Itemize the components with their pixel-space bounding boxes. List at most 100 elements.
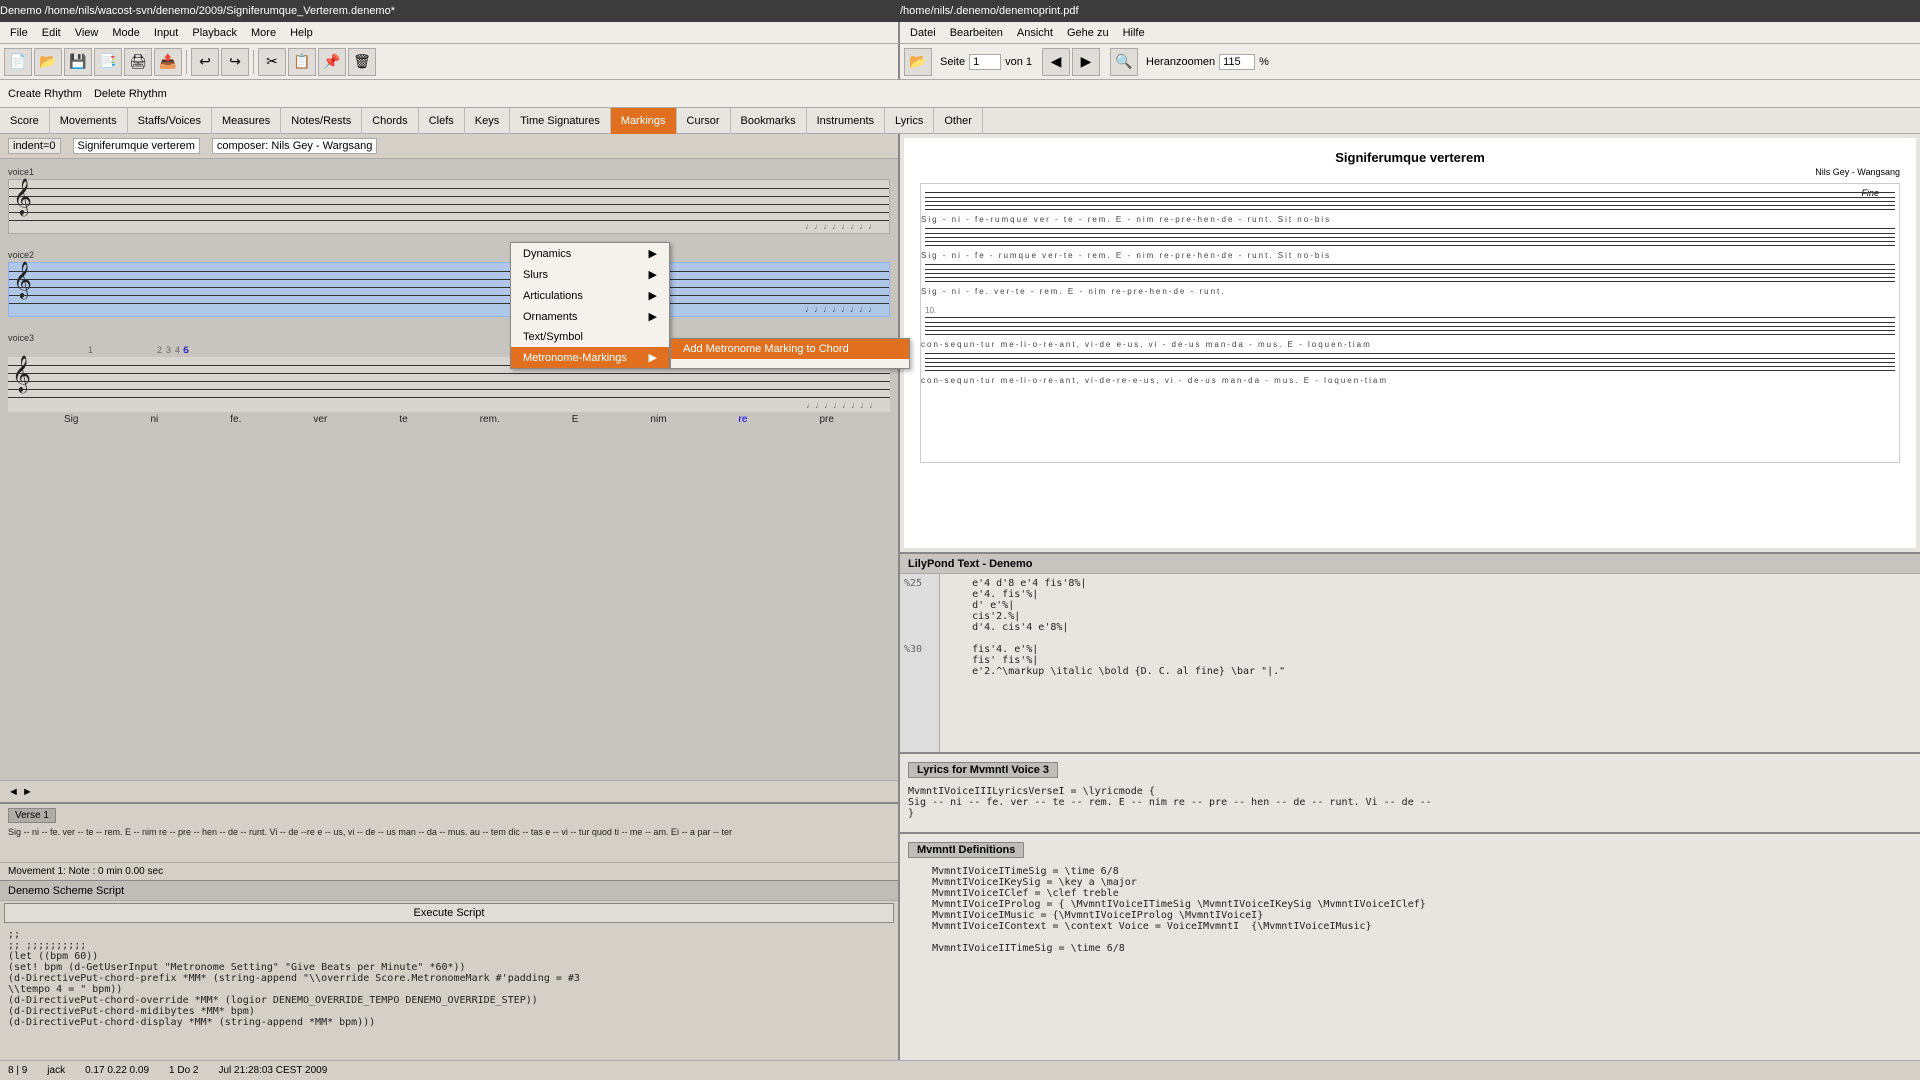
menu-gehe-zu[interactable]: Gehe zu <box>1061 25 1115 41</box>
verse-text: Sig -- ni -- fe. ver -- te -- rem. E -- … <box>8 826 890 839</box>
save-button[interactable]: 💾 <box>64 48 92 76</box>
pdf-sheet: Signiferumque verterem Nils Gey - Wangsa… <box>904 138 1916 475</box>
toolbar-separator-1 <box>186 50 187 74</box>
copy-button[interactable]: 📋 <box>288 48 316 76</box>
next-page-button[interactable]: ▶ <box>1072 48 1100 76</box>
print-button[interactable]: 🖨 <box>124 48 152 76</box>
menu-file[interactable]: File <box>4 25 34 41</box>
staff-line-5 <box>9 220 889 221</box>
pdf-stave-3 <box>925 264 1895 286</box>
script-content: ;; ;; ;;;;;;;;;; (let ((bpm 60)) (set! b… <box>0 925 898 1080</box>
new-button[interactable]: 📄 <box>4 48 32 76</box>
zoom-unit: % <box>1259 56 1269 68</box>
menu-datei[interactable]: Datei <box>904 25 942 41</box>
menu-edit[interactable]: Edit <box>36 25 67 41</box>
prev-page-button[interactable]: ◀ <box>1042 48 1070 76</box>
dropdown-articulations[interactable]: Articulations ▶ <box>511 285 669 306</box>
markings-dropdown: Dynamics ▶ Slurs ▶ Articulations ▶ Ornam… <box>510 242 910 369</box>
pdf-viewer: Signiferumque verterem Nils Gey - Wangsa… <box>900 134 1920 554</box>
tab-cursor[interactable]: Cursor <box>677 108 731 134</box>
execute-script-button[interactable]: Execute Script <box>4 903 894 923</box>
menu-mode[interactable]: Mode <box>106 25 146 41</box>
staff-line-v3-3 <box>8 381 890 382</box>
page-number-input[interactable] <box>969 54 1001 70</box>
script-text: ;; ;; ;;;;;;;;;; (let ((bpm 60)) (set! b… <box>8 929 890 1028</box>
staff-measure-placeholder-3: ♩♩♩♩♩♩♩♩ <box>806 400 878 410</box>
pdf-stave-5 <box>925 353 1895 375</box>
redo-button[interactable]: ↪ <box>221 48 249 76</box>
composer-field[interactable]: composer: Nils Gey - Wargsang <box>212 138 377 154</box>
menu-ansicht[interactable]: Ansicht <box>1011 25 1059 41</box>
add-metronome-marking[interactable]: Add Metronome Marking to Chord <box>671 339 909 359</box>
tab-other[interactable]: Other <box>934 108 983 134</box>
dynamics-arrow: ▶ <box>649 247 657 260</box>
page-label: Seite <box>940 56 965 68</box>
menu-view[interactable]: View <box>69 25 105 41</box>
tab-measures[interactable]: Measures <box>212 108 281 134</box>
undo-button[interactable]: ↩ <box>191 48 219 76</box>
tab-staffs-voices[interactable]: Staffs/Voices <box>128 108 212 134</box>
nav-tabs: Score Movements Staffs/Voices Measures N… <box>0 108 1920 134</box>
pdf-staves: Fine Sig - ni - fe-rumque ver - te - rem… <box>920 183 1900 463</box>
tab-score[interactable]: Score <box>0 108 50 134</box>
metronome-label: Metronome-Markings <box>523 352 627 364</box>
tab-clefs[interactable]: Clefs <box>419 108 465 134</box>
delete-button[interactable]: 🗑 <box>348 48 376 76</box>
pdf-lyrics-4: con-sequn-tur me-li-o-re-ant, vi-de e-us… <box>921 340 1899 349</box>
verse-tab[interactable]: Verse 1 <box>8 808 56 823</box>
menu-input[interactable]: Input <box>148 25 184 41</box>
tab-chords[interactable]: Chords <box>362 108 418 134</box>
create-rhythm-link[interactable]: Create Rhythm <box>8 88 82 100</box>
tab-markings[interactable]: Markings <box>611 108 677 134</box>
left-menu-bar: File Edit View Mode Input Playback More … <box>0 22 900 44</box>
tab-movements[interactable]: Movements <box>50 108 128 134</box>
menu-help[interactable]: Help <box>284 25 319 41</box>
tab-bookmarks[interactable]: Bookmarks <box>731 108 807 134</box>
staff-line-v3-4 <box>8 389 890 390</box>
pdf-composer: Nils Gey - Wangsang <box>920 167 1900 177</box>
menu-more[interactable]: More <box>245 25 282 41</box>
export-button[interactable]: 📤 <box>154 48 182 76</box>
bottom-bar: 8 | 9 jack 0.17 0.22 0.09 1 Do 2 Jul 21:… <box>0 1060 1920 1080</box>
staff-line-2 <box>9 196 889 197</box>
articulations-label: Articulations <box>523 290 583 302</box>
dropdown-metronome[interactable]: Metronome-Markings ▶ <box>511 347 669 368</box>
zoom-in-button[interactable]: 🔍 <box>1110 48 1138 76</box>
pdf-measure-num: 10. <box>921 306 1899 315</box>
paste-button[interactable]: 📌 <box>318 48 346 76</box>
bottom-coords: 0.17 0.22 0.09 <box>85 1065 149 1076</box>
cut-button[interactable]: ✂ <box>258 48 286 76</box>
zoom-input[interactable] <box>1219 54 1255 70</box>
open-button[interactable]: 📂 <box>34 48 62 76</box>
dropdown-ornaments[interactable]: Ornaments ▶ <box>511 306 669 327</box>
action-bar: Create Rhythm Delete Rhythm <box>0 80 1920 108</box>
defs-content: MvmntIVoiceITimeSig = \time 6/8 MvmntIVo… <box>900 866 1920 1080</box>
dropdown-slurs[interactable]: Slurs ▶ <box>511 264 669 285</box>
menu-playback[interactable]: Playback <box>186 25 243 41</box>
dropdown-dynamics[interactable]: Dynamics ▶ <box>511 243 669 264</box>
add-metronome-label: Add Metronome Marking to Chord <box>683 343 849 355</box>
tab-notes-rests[interactable]: Notes/Rests <box>281 108 362 134</box>
pdf-open-button[interactable]: 📂 <box>904 48 932 76</box>
articulations-arrow: ▶ <box>649 289 657 302</box>
tab-keys[interactable]: Keys <box>465 108 510 134</box>
save-pdf-button[interactable]: 📑 <box>94 48 122 76</box>
pdf-title: Signiferumque verterem <box>920 150 1900 165</box>
left-title-bar: Denemo /home/nils/wacost-svn/denemo/2009… <box>0 0 900 22</box>
right-menu-bar: Datei Bearbeiten Ansicht Gehe zu Hilfe <box>900 22 1920 44</box>
tab-time-signatures[interactable]: Time Signatures <box>510 108 611 134</box>
toolbar-separator-2 <box>253 50 254 74</box>
tab-instruments[interactable]: Instruments <box>807 108 885 134</box>
menu-hilfe[interactable]: Hilfe <box>1117 25 1151 41</box>
pdf-stave-1 <box>925 192 1895 214</box>
score-title-field[interactable]: Signiferumque verterem <box>73 138 200 154</box>
right-panel: Signiferumque verterem Nils Gey - Wangsa… <box>900 134 1920 1080</box>
menu-bearbeiten[interactable]: Bearbeiten <box>944 25 1009 41</box>
lily-line-numbers: %25 %30 <box>900 574 940 752</box>
delete-rhythm-link[interactable]: Delete Rhythm <box>94 88 167 100</box>
dropdown-text-symbol[interactable]: Text/Symbol <box>511 327 669 347</box>
indent-value: indent=0 <box>8 138 61 154</box>
voice1-label: voice1 <box>8 167 890 177</box>
script-area: Denemo Scheme Script Execute Script ;; ;… <box>0 880 898 1080</box>
tab-lyrics[interactable]: Lyrics <box>885 108 934 134</box>
